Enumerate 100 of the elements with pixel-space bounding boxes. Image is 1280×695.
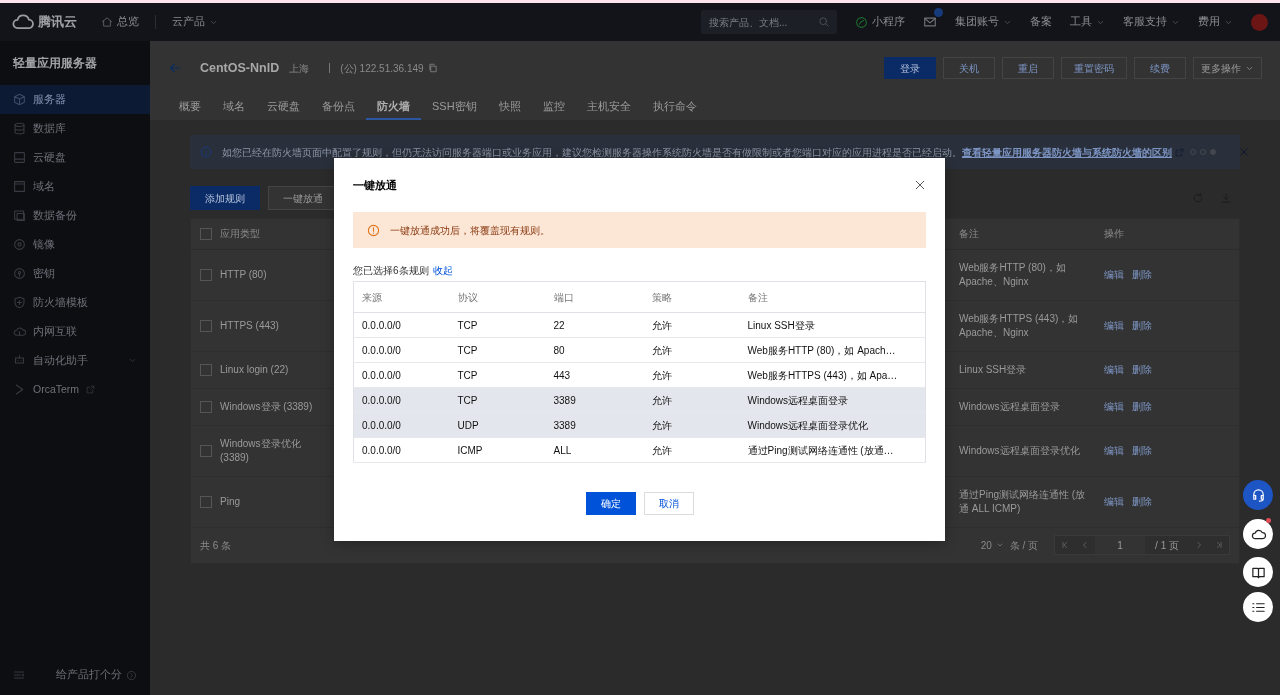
table-link[interactable]: 删除 [1132,319,1152,331]
dialog-title: 一键放通 [353,177,397,193]
keyhole-icon [13,267,26,280]
action-button[interactable]: 关机 [943,57,995,79]
sidebar-item[interactable]: 防火墙模板 [0,288,150,317]
table-link[interactable]: 删除 [1132,363,1152,375]
table-link[interactable]: 编辑 [1104,400,1124,412]
action-button[interactable]: 续费 [1134,57,1186,79]
table-cell: 允许 [643,312,740,338]
table-link[interactable]: 编辑 [1104,444,1124,456]
sidebar-item[interactable]: 云硬盘 [0,143,150,172]
headset-icon [1250,487,1266,503]
table-cell: 80 [545,337,644,363]
book-button[interactable] [1243,557,1273,587]
tab[interactable]: 备份点 [311,95,366,120]
table-link[interactable]: 编辑 [1104,363,1124,375]
table-cell: HTTP (80) [220,267,267,282]
sidebar-item[interactable]: 域名 [0,172,150,201]
toolbar-link[interactable]: 备案 [1030,14,1052,30]
tab[interactable]: 防火墙 [366,95,421,120]
toolbar-link[interactable]: 小程序 [855,14,905,30]
toolbar-link[interactable]: 客服支持 [1123,14,1180,30]
notice-link[interactable]: 查看轻量应用服务器防火墙与系统防火墙的区别 [962,144,1172,160]
table-link[interactable]: 删除 [1132,495,1152,507]
tab[interactable]: 监控 [531,95,576,120]
table-link[interactable]: 删除 [1132,400,1152,412]
checkbox[interactable] [200,319,212,332]
column-header: 备注 [739,281,926,313]
cancel-button[interactable]: 取消 [643,491,694,515]
page-size-select[interactable]: 20 [980,537,1004,553]
nav-link[interactable]: 云产品 [172,14,218,30]
cloud-icon [13,325,26,338]
table-link[interactable]: 编辑 [1104,268,1124,280]
action-button[interactable]: 重启 [1002,57,1054,79]
collapse-link[interactable]: 收起 [432,263,453,278]
checkbox[interactable] [200,268,212,281]
table-cell: Windows远程桌面登录 [959,400,1060,412]
selection-summary: 您已选择6条规则 [353,264,429,278]
search-icon[interactable] [818,16,830,28]
close-icon[interactable] [914,179,926,191]
toolbar-link[interactable]: 集团账号 [955,14,1012,30]
sidebar-item[interactable]: 数据备份 [0,201,150,230]
checkbox[interactable] [200,444,212,457]
brand-name[interactable]: 腾讯云 [38,12,77,32]
mail-icon[interactable] [923,15,937,29]
warning-icon [367,223,380,237]
page-size-label: 条 / 页 [1009,538,1039,553]
cloud-button[interactable] [1243,519,1273,549]
toolbar-link[interactable]: 费用 [1198,14,1233,30]
table-link[interactable]: 删除 [1132,268,1152,280]
alert-text: 一键放通成功后，将覆盖现有规则。 [390,223,550,238]
table-cell: 0.0.0.0/0 [353,387,450,413]
table-cell: 允许 [643,387,740,413]
checkbox[interactable] [200,363,212,376]
table-cell: 允许 [643,337,740,363]
table-link[interactable]: 删除 [1132,444,1152,456]
table-cell: 允许 [643,437,740,463]
tab[interactable]: 主机安全 [575,95,642,120]
toolbar-button[interactable]: 添加规则 [190,186,260,210]
table-cell: 通过Ping测试网络连通性 (放通… [739,437,926,463]
table-link[interactable]: 编辑 [1104,319,1124,331]
sidebar-item[interactable]: 服务器 [0,85,150,114]
drive-icon [13,151,26,164]
tab[interactable]: 域名 [212,95,256,120]
checkbox[interactable] [200,400,212,413]
tab[interactable]: SSH密钥 [421,95,488,120]
collapse-icon[interactable] [13,669,25,681]
list-button[interactable] [1243,592,1273,622]
nav-link[interactable]: 总览 [101,14,139,30]
action-button[interactable]: 登录 [884,57,936,79]
shield-icon [13,296,26,309]
action-button[interactable]: 重置密码 [1061,57,1127,79]
copy-icon[interactable] [427,63,438,73]
confirm-button[interactable]: 确定 [585,491,636,515]
action-button[interactable]: 更多操作 [1193,57,1262,79]
tab[interactable]: 概要 [168,95,212,120]
rate-product-link[interactable]: 给产品打个分 [56,667,137,683]
table-cell: TCP [449,312,546,338]
support-button[interactable] [1243,480,1273,510]
tab[interactable]: 云硬盘 [256,95,311,120]
page-dot[interactable] [1210,149,1216,155]
tab[interactable]: 快照 [487,95,532,120]
search-field[interactable]: 搜索产品、文档... [701,10,837,34]
sidebar-item[interactable]: 密钥 [0,259,150,288]
table-cell: 0.0.0.0/0 [353,362,450,388]
column-header: 来源 [353,281,450,313]
back-arrow-icon[interactable] [168,61,182,75]
instance-name: CentOS-NnlD [200,59,280,77]
avatar[interactable] [1251,13,1268,31]
sidebar-item[interactable]: 内网互联 [0,317,150,346]
checkbox[interactable] [200,495,212,508]
sidebar-item[interactable]: OrcaTerm [0,375,150,404]
sidebar-item[interactable]: 自动化助手 [0,346,150,375]
sidebar-item[interactable]: 数据库 [0,114,150,143]
select-all-checkbox[interactable] [200,227,212,240]
table-link[interactable]: 编辑 [1104,495,1124,507]
sidebar-item[interactable]: 镜像 [0,230,150,259]
table-cell: TCP [449,387,546,413]
toolbar-link[interactable]: 工具 [1070,14,1105,30]
tab[interactable]: 执行命令 [641,95,708,120]
